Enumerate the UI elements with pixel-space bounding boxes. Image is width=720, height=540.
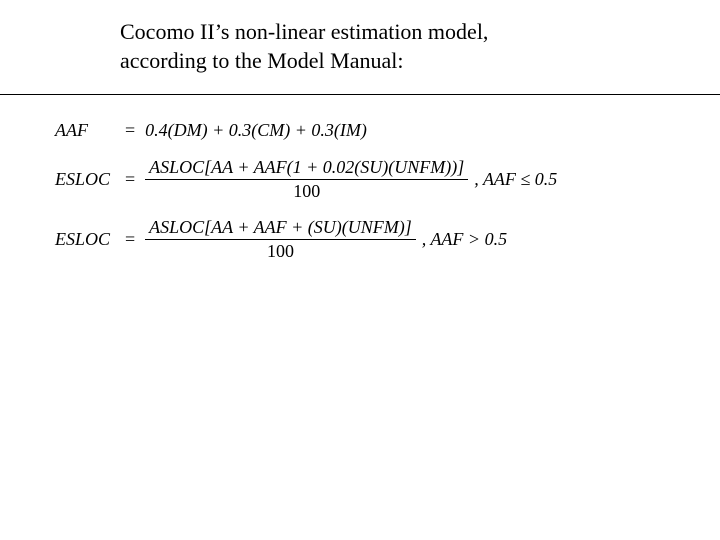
esloc-low-lhs: ESLOC (55, 169, 119, 190)
esloc-high-numerator: ASLOC[AA + AAF + (SU)(UNFM)] (145, 217, 416, 238)
equation-esloc-high: ESLOC = ASLOC[AA + AAF + (SU)(UNFM)] 100… (55, 217, 557, 261)
slide-heading: Cocomo II’s non-linear estimation model,… (120, 18, 488, 75)
esloc-high-lhs: ESLOC (55, 229, 119, 250)
equals-sign: = (119, 229, 145, 250)
esloc-low-fraction: ASLOC[AA + AAF(1 + 0.02(SU)(UNFM))] 100 (145, 157, 468, 201)
heading-line-2: according to the Model Manual: (120, 47, 488, 76)
fraction-bar (145, 179, 468, 180)
esloc-high-condition: , AAF > 0.5 (416, 229, 507, 250)
slide: Cocomo II’s non-linear estimation model,… (0, 0, 720, 540)
aaf-rhs: 0.4(DM) + 0.3(CM) + 0.3(IM) (145, 120, 367, 141)
esloc-low-numerator: ASLOC[AA + AAF(1 + 0.02(SU)(UNFM))] (145, 157, 468, 178)
esloc-high-rhs: ASLOC[AA + AAF + (SU)(UNFM)] 100 , AAF >… (145, 217, 507, 261)
equations-block: AAF = 0.4(DM) + 0.3(CM) + 0.3(IM) ESLOC … (55, 120, 557, 278)
esloc-high-denominator: 100 (263, 241, 298, 262)
esloc-high-fraction: ASLOC[AA + AAF + (SU)(UNFM)] 100 (145, 217, 416, 261)
heading-line-1: Cocomo II’s non-linear estimation model, (120, 18, 488, 47)
fraction-bar (145, 239, 416, 240)
equals-sign: = (119, 169, 145, 190)
aaf-lhs: AAF (55, 120, 119, 141)
equation-aaf: AAF = 0.4(DM) + 0.3(CM) + 0.3(IM) (55, 120, 557, 141)
esloc-low-rhs: ASLOC[AA + AAF(1 + 0.02(SU)(UNFM))] 100 … (145, 157, 557, 201)
equation-esloc-low: ESLOC = ASLOC[AA + AAF(1 + 0.02(SU)(UNFM… (55, 157, 557, 201)
esloc-low-condition: , AAF ≤ 0.5 (468, 169, 557, 190)
horizontal-rule (0, 94, 720, 95)
esloc-low-denominator: 100 (289, 181, 324, 202)
equals-sign: = (119, 120, 145, 141)
